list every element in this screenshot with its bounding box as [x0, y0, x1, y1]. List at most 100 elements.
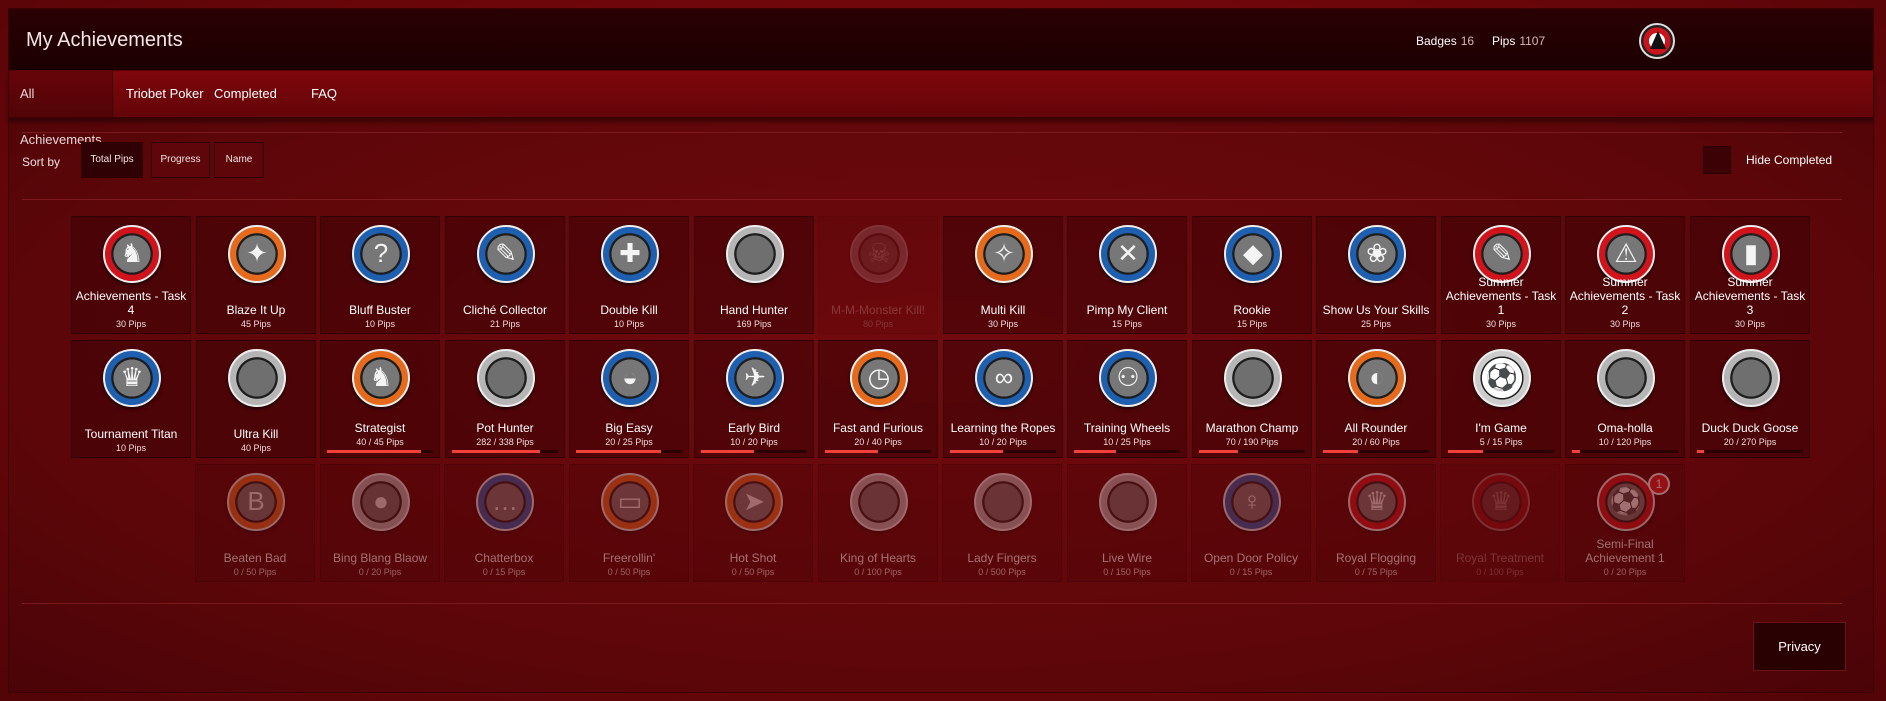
sort-name-button[interactable]: Name: [214, 142, 264, 178]
privacy-button[interactable]: Privacy: [1753, 622, 1846, 671]
achievement-name: Big Easy: [605, 421, 653, 435]
achievement-pips: 40 Pips: [240, 443, 272, 453]
achievement-card[interactable]: ? Bluff Buster 10 Pips: [320, 216, 440, 334]
achievement-pips: 0 / 20 Pips: [358, 567, 402, 577]
progress-bar-fill: [1572, 450, 1581, 453]
chess-knight-icon: ♞: [352, 349, 410, 407]
achievement-name: Rookie: [1233, 303, 1271, 317]
achievement-card[interactable]: ◐ All Rounder 20 / 60 Pips: [1316, 340, 1436, 458]
achievement-card[interactable]: ⚇ Training Wheels 10 / 25 Pips: [1067, 340, 1187, 458]
hide-completed-checkbox[interactable]: [1703, 146, 1731, 174]
achievement-card[interactable]: ➤ Hot Shot 0 / 50 Pips: [693, 464, 813, 582]
speech-bubble-icon: …: [476, 473, 534, 531]
achievement-pips: 0 / 150 Pips: [1103, 567, 1151, 577]
achievement-card[interactable]: ♛ Royal Treatment 0 / 100 Pips: [1440, 464, 1560, 582]
rope-icon: ∞: [975, 349, 1033, 407]
progress-bar-fill: [1074, 450, 1117, 453]
achievement-card[interactable]: Pot Hunter 282 / 338 Pips: [445, 340, 565, 458]
achievement-name: Bluff Buster: [349, 303, 411, 317]
achievement-card[interactable]: Lady Fingers 0 / 500 Pips: [942, 464, 1062, 582]
sort-total-pips-button[interactable]: Total Pips: [81, 142, 143, 178]
icon-glyph: ➤: [743, 486, 765, 516]
tab-completed[interactable]: Completed: [202, 71, 289, 117]
achievement-card[interactable]: ◆ Rookie 15 Pips: [1192, 216, 1312, 334]
achievement-card[interactable]: Live Wire 0 / 150 Pips: [1067, 464, 1187, 582]
achievement-card[interactable]: ♀ Open Door Policy 0 / 15 Pips: [1191, 464, 1311, 582]
achievement-card[interactable]: ✕ Pimp My Client 15 Pips: [1067, 216, 1187, 334]
icon-glyph: ⚠: [1614, 238, 1638, 268]
achievement-pips: 80 Pips: [862, 319, 894, 329]
tab-triobet-poker[interactable]: Triobet Poker: [114, 71, 216, 117]
chip-icon: [228, 349, 286, 407]
achievement-pips: 10 / 20 Pips: [979, 437, 1027, 447]
icon-glyph: ♞: [120, 238, 144, 268]
progress-bar: [1074, 450, 1180, 453]
achievement-card[interactable]: ❀ Show Us Your Skills 25 Pips: [1316, 216, 1436, 334]
icon-glyph: ✎: [1491, 238, 1513, 268]
achievement-card[interactable]: ✚ Double Kill 10 Pips: [569, 216, 689, 334]
icon-glyph: ◷: [867, 362, 891, 392]
achievement-name: Early Bird: [727, 421, 780, 435]
achievement-card[interactable]: ♞ Strategist 40 / 45 Pips: [320, 340, 440, 458]
achievement-card[interactable]: ∞ Learning the Ropes 10 / 20 Pips: [943, 340, 1063, 458]
icon-glyph: …: [492, 486, 518, 516]
achievement-name: Ultra Kill: [233, 427, 279, 441]
achievement-card[interactable]: ✎ Cliché Collector 21 Pips: [445, 216, 565, 334]
soccer-ball-icon: ⚽: [1473, 349, 1531, 407]
soccer-ball-icon: ⚽: [1597, 473, 1655, 531]
crown-icon: ♛: [1348, 473, 1406, 531]
achievement-card[interactable]: ✈ Early Bird 10 / 20 Pips: [694, 340, 814, 458]
achievement-card[interactable]: ☠ M-M-Monster Kill! 80 Pips: [818, 216, 938, 334]
icon-glyph: ♛: [1489, 486, 1513, 516]
achievement-card[interactable]: ⚽ I'm Game 5 / 15 Pips: [1441, 340, 1561, 458]
icon-glyph: ❀: [1366, 238, 1388, 268]
achievement-card[interactable]: ✦ Blaze It Up 45 Pips: [196, 216, 316, 334]
achievement-card[interactable]: Duck Duck Goose 20 / 270 Pips: [1690, 340, 1810, 458]
tab-all-achievements[interactable]: All Achievements: [9, 71, 113, 147]
achievement-card[interactable]: B Beaten Bad 0 / 50 Pips: [195, 464, 315, 582]
sort-progress-button[interactable]: Progress: [151, 142, 210, 178]
achievement-card[interactable]: Hand Hunter 169 Pips: [694, 216, 814, 334]
achievement-name: Royal Flogging: [1335, 551, 1417, 565]
trophy-icon: ♛: [103, 349, 161, 407]
achievement-card[interactable]: ▭ Freerollin' 0 / 50 Pips: [569, 464, 689, 582]
achievement-pips: 10 Pips: [613, 319, 645, 329]
badges-label: Badges: [1416, 34, 1457, 48]
progress-bar: [576, 450, 682, 453]
achievement-card[interactable]: ⚽ 1 Semi-Final Achievement 1 0 / 20 Pips: [1565, 464, 1685, 582]
achievement-name: Double Kill: [600, 303, 658, 317]
icon-glyph: ✚: [619, 238, 641, 268]
achievement-card[interactable]: ● Bing Blang Blaow 0 / 20 Pips: [320, 464, 440, 582]
achievement-card[interactable]: ⚠ Summer Achievements - Task 2 30 Pips: [1565, 216, 1685, 334]
achievement-pips: 0 / 100 Pips: [1476, 567, 1524, 577]
achievement-card[interactable]: King of Hearts 0 / 100 Pips: [818, 464, 938, 582]
progress-bar: [1697, 450, 1803, 453]
icon-glyph: ◐: [1369, 362, 1385, 392]
achievement-card[interactable]: … Chatterbox 0 / 15 Pips: [444, 464, 564, 582]
tab-faq[interactable]: FAQ: [299, 71, 349, 117]
achievement-card[interactable]: ◒ Big Easy 20 / 25 Pips: [569, 340, 689, 458]
achievement-card[interactable]: Ultra Kill 40 Pips: [196, 340, 316, 458]
achievement-card[interactable]: ♛ Royal Flogging 0 / 75 Pips: [1316, 464, 1436, 582]
chip-icon: [477, 349, 535, 407]
progress-bar: [950, 450, 1056, 453]
achievement-card[interactable]: ♞ Achievements - Task 4 30 Pips: [71, 216, 191, 334]
progress-bar-fill: [950, 450, 1003, 453]
achievement-card[interactable]: ▮ Summer Achievements - Task 3 30 Pips: [1690, 216, 1810, 334]
double-gun-icon: ✚: [601, 225, 659, 283]
achievement-card[interactable]: Oma-holla 10 / 120 Pips: [1565, 340, 1685, 458]
progress-bar-fill: [452, 450, 540, 453]
achievement-pips: 0 / 100 Pips: [854, 567, 902, 577]
icon-glyph: B: [247, 486, 265, 516]
achievement-card[interactable]: ✎ Summer Achievements - Task 1 30 Pips: [1441, 216, 1561, 334]
icon-glyph: ☠: [867, 238, 891, 268]
notification-badge: 1: [1648, 473, 1670, 495]
achievement-card[interactable]: Marathon Champ 70 / 190 Pips: [1192, 340, 1312, 458]
achievement-card[interactable]: ♛ Tournament Titan 10 Pips: [71, 340, 191, 458]
progress-bar: [1448, 450, 1554, 453]
icon-glyph: ♀: [1242, 486, 1262, 516]
achievement-card[interactable]: ✧ Multi Kill 30 Pips: [943, 216, 1063, 334]
bird-icon: ✈: [726, 349, 784, 407]
achievement-card[interactable]: ◷ Fast and Furious 20 / 40 Pips: [818, 340, 938, 458]
progress-bar-fill: [825, 450, 878, 453]
